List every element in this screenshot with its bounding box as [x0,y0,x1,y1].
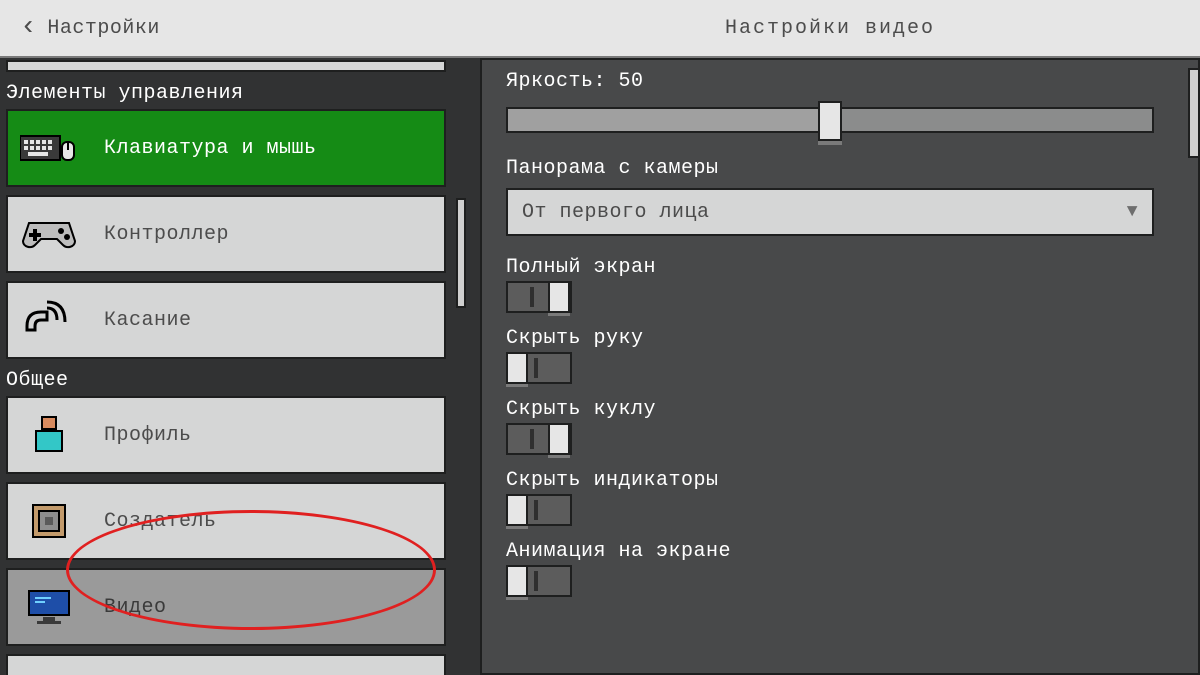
screen-anim-toggle[interactable] [506,565,572,597]
gamepad-icon [20,211,78,257]
hide-hud-toggle[interactable] [506,494,572,526]
touch-icon [20,297,78,343]
toggle-knob[interactable] [506,565,528,597]
sidebar-item-label: Видео [104,596,167,619]
profile-icon [20,412,78,458]
toggle-mark [534,500,538,520]
settings-content: Яркость: 50 Панорама с камеры От первого… [480,58,1200,675]
hide-doll-toggle[interactable] [506,423,572,455]
toggle-mark [534,358,538,378]
toggle-mark [534,571,538,591]
slider-thumb[interactable] [818,101,842,141]
sidebar-item-label: Клавиатура и мышь [104,137,317,160]
sidebar-item-controller[interactable]: Контроллер [6,195,446,273]
creator-icon [20,498,78,544]
camera-dropdown[interactable]: От первого лица ▼ [506,188,1154,236]
sidebar-scrollbar[interactable] [456,126,466,675]
sidebar: Элементы управления Клавиатура и мышь [0,58,468,675]
sidebar-item-keyboard-mouse[interactable]: Клавиатура и мышь [6,109,446,187]
toggle-knob[interactable] [506,494,528,526]
sidebar-scrollbar-thumb[interactable] [456,198,466,308]
hide-hud-label: Скрыть индикаторы [506,469,1174,492]
slider-fill [508,109,820,131]
sidebar-item-label: Касание [104,309,192,332]
content-scrollbar-thumb[interactable] [1188,68,1200,158]
toggle-mark [530,287,534,307]
monitor-icon [20,584,78,630]
sidebar-item-video[interactable]: Видео [6,568,446,646]
toggle-knob[interactable] [548,423,570,455]
sidebar-item-label: Профиль [104,424,192,447]
brightness-label: Яркость: 50 [506,70,1174,93]
sidebar-section-general: Общее [6,369,446,392]
camera-label: Панорама с камеры [506,157,1174,180]
sidebar-prev-item-slice[interactable] [6,60,446,72]
hide-hand-label: Скрыть руку [506,327,1174,350]
hide-hand-toggle[interactable] [506,352,572,384]
brightness-slider[interactable] [506,101,1154,137]
screen-anim-label: Анимация на экране [506,540,1174,563]
chevron-down-icon: ▼ [1127,202,1138,222]
fullscreen-label: Полный экран [506,256,1174,279]
page-title-wrap: Настройки видео [0,17,1200,40]
sidebar-item-label: Контроллер [104,223,229,246]
toggle-mark [530,429,534,449]
top-bar: ‹ Настройки Настройки видео [0,0,1200,58]
back-button[interactable]: ‹ Настройки [0,14,160,42]
sidebar-item-creator[interactable]: Создатель [6,482,446,560]
back-label: Настройки [47,17,160,40]
hide-doll-label: Скрыть куклу [506,398,1174,421]
sidebar-section-controls: Элементы управления [6,82,446,105]
sidebar-item-label: Создатель [104,510,217,533]
chevron-left-icon: ‹ [20,14,37,42]
sidebar-item-profile[interactable]: Профиль [6,396,446,474]
sidebar-item-subscriptions[interactable]: Подписки [6,654,446,675]
toggle-knob[interactable] [506,352,528,384]
subscriptions-icon [20,670,78,675]
sidebar-item-touch[interactable]: Касание [6,281,446,359]
fullscreen-toggle[interactable] [506,281,572,313]
dropdown-value: От первого лица [522,201,710,224]
keyboard-mouse-icon [20,125,78,171]
toggle-knob[interactable] [548,281,570,313]
page-title: Настройки видео [725,17,935,40]
